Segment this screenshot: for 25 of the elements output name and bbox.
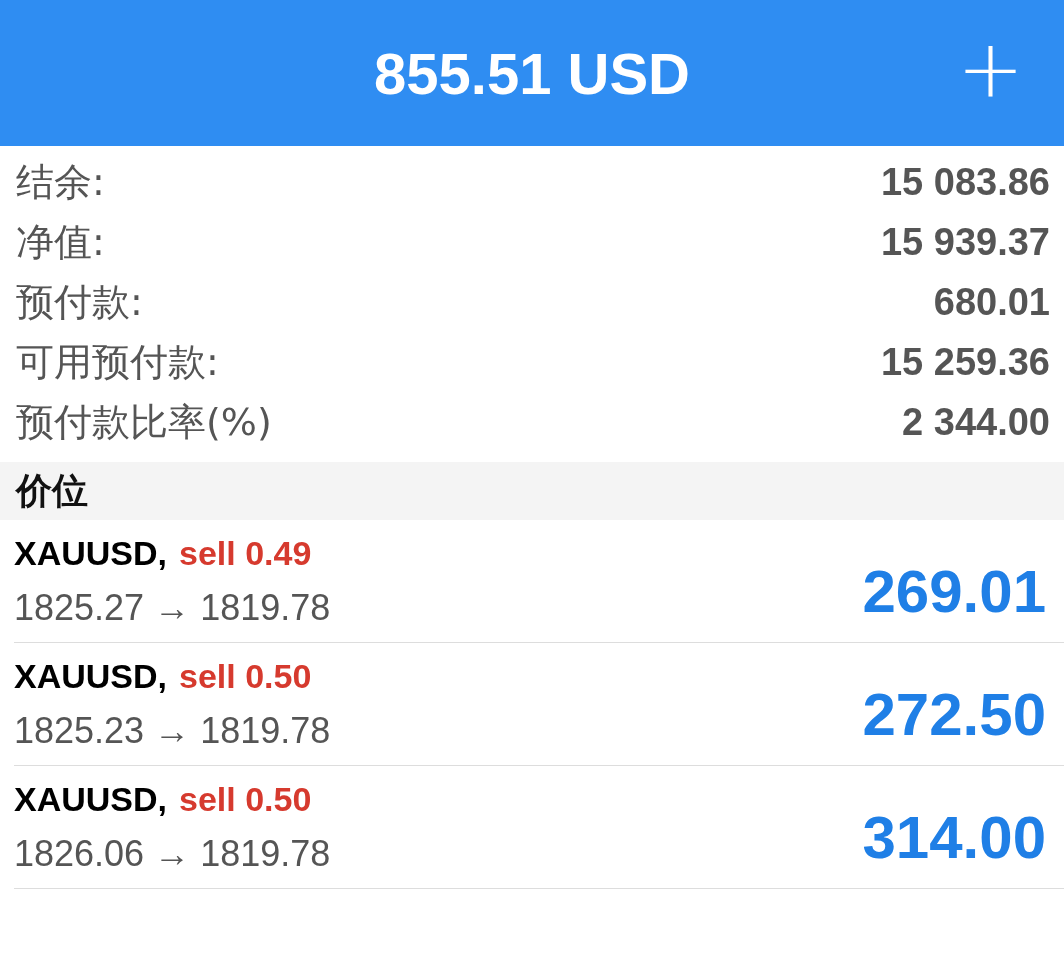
price-text: 1826.06 → 1819.78 — [14, 832, 331, 875]
price-text: 1825.27 → 1819.78 — [14, 586, 331, 629]
summary-label: 结余: — [16, 158, 105, 206]
profit-value: 272.50 — [862, 679, 1046, 749]
profit-value: 314.00 — [862, 802, 1046, 872]
add-button[interactable]: + — [956, 40, 1024, 100]
order-text: sell 0.50 — [179, 656, 312, 696]
summary-value: 15 083.86 — [880, 160, 1050, 204]
balance-title: 855.51 USD — [374, 39, 690, 107]
summary-label: 预付款比率(%) — [16, 398, 272, 446]
summary-value: 2 344.00 — [902, 400, 1050, 444]
summary-value: 15 259.36 — [880, 340, 1050, 384]
summary-value: 680.01 — [933, 280, 1050, 324]
order-text: sell 0.49 — [179, 533, 312, 573]
order-text: sell 0.50 — [179, 779, 312, 819]
summary-label: 可用预付款: — [16, 338, 219, 386]
symbol-text: XAUUSD, — [14, 779, 168, 819]
section-title: 价位 — [16, 468, 88, 513]
symbol-text: XAUUSD, — [14, 533, 168, 573]
price-text: 1825.23 → 1819.78 — [14, 709, 331, 752]
summary-label: 净值: — [16, 218, 105, 266]
profit-value: 269.01 — [862, 556, 1046, 626]
summary-label: 预付款: — [16, 278, 143, 326]
symbol-text: XAUUSD, — [14, 656, 168, 696]
summary-value: 15 939.37 — [880, 220, 1050, 264]
